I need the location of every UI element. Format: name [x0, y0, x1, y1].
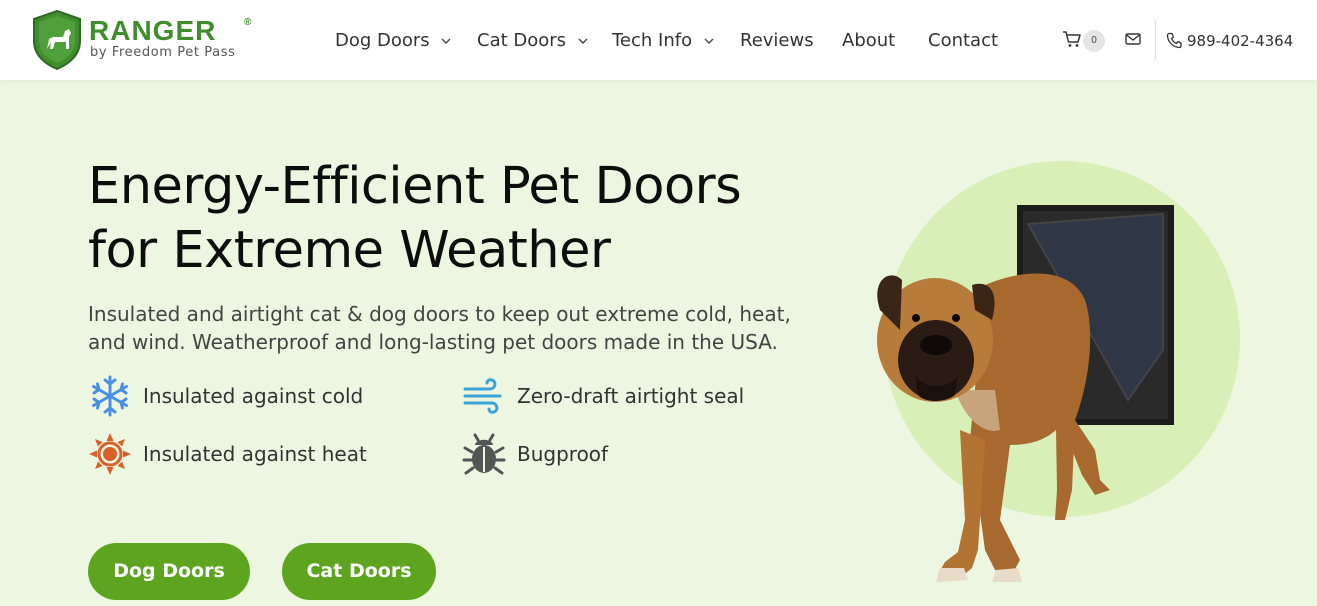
site-header: RANGER ® by Freedom Pet Pass Dog Doors C…: [0, 0, 1317, 80]
feature-label: Insulated against cold: [143, 384, 364, 408]
shield-logo-icon: [33, 9, 81, 71]
nav-cat-doors[interactable]: Cat Doors: [477, 30, 588, 54]
nav-label: Reviews: [740, 30, 814, 51]
sun-icon: [89, 433, 131, 475]
ranger-logo[interactable]: RANGER ® by Freedom Pet Pass: [31, 9, 261, 73]
nav-tech-info[interactable]: Tech Info: [612, 30, 714, 54]
phone-icon[interactable]: [1166, 32, 1182, 49]
nav-contact[interactable]: Contact: [928, 30, 998, 54]
chevron-down-icon: [578, 38, 588, 44]
hero-title-line-1: Energy-Efficient Pet Doors: [88, 157, 742, 216]
brand-tagline: by Freedom Pet Pass: [90, 45, 236, 60]
hero-title: Energy-Efficient Pet Doors for Extreme W…: [88, 155, 808, 283]
nav-label: Contact: [928, 30, 999, 51]
nav-dog-doors[interactable]: Dog Doors: [335, 30, 451, 54]
bug-icon: [462, 433, 506, 475]
snowflake-icon: [92, 375, 128, 417]
nav-label: Dog Doors: [335, 30, 430, 51]
cart-icon[interactable]: [1062, 30, 1082, 48]
cat-doors-button[interactable]: Cat Doors: [282, 543, 436, 600]
hero-title-line-2: for Extreme Weather: [88, 221, 611, 280]
wind-icon: [463, 378, 502, 414]
chevron-down-icon: [704, 38, 714, 44]
nav-label: Tech Info: [612, 30, 693, 51]
brand-name: RANGER: [89, 15, 217, 46]
dog-doors-button[interactable]: Dog Doors: [88, 543, 250, 600]
mail-icon[interactable]: [1125, 32, 1141, 46]
feature-label: Bugproof: [517, 442, 609, 466]
registered-mark: ®: [244, 17, 252, 28]
nav-label: Cat Doors: [477, 30, 567, 51]
feature-label: Insulated against heat: [143, 442, 367, 466]
hero-description: Insulated and airtight cat & dog doors t…: [88, 302, 791, 354]
chevron-down-icon: [441, 38, 451, 44]
nav-reviews[interactable]: Reviews: [740, 30, 814, 54]
nav-about[interactable]: About: [842, 30, 895, 54]
phone-number-link[interactable]: 989-402-4364: [1187, 32, 1293, 50]
feature-label: Zero-draft airtight seal: [517, 384, 745, 408]
dog-through-pet-door-image: [877, 205, 1174, 582]
header-divider: [1155, 20, 1156, 60]
cart-count-badge[interactable]: 0: [1083, 30, 1105, 52]
nav-label: About: [842, 30, 896, 51]
